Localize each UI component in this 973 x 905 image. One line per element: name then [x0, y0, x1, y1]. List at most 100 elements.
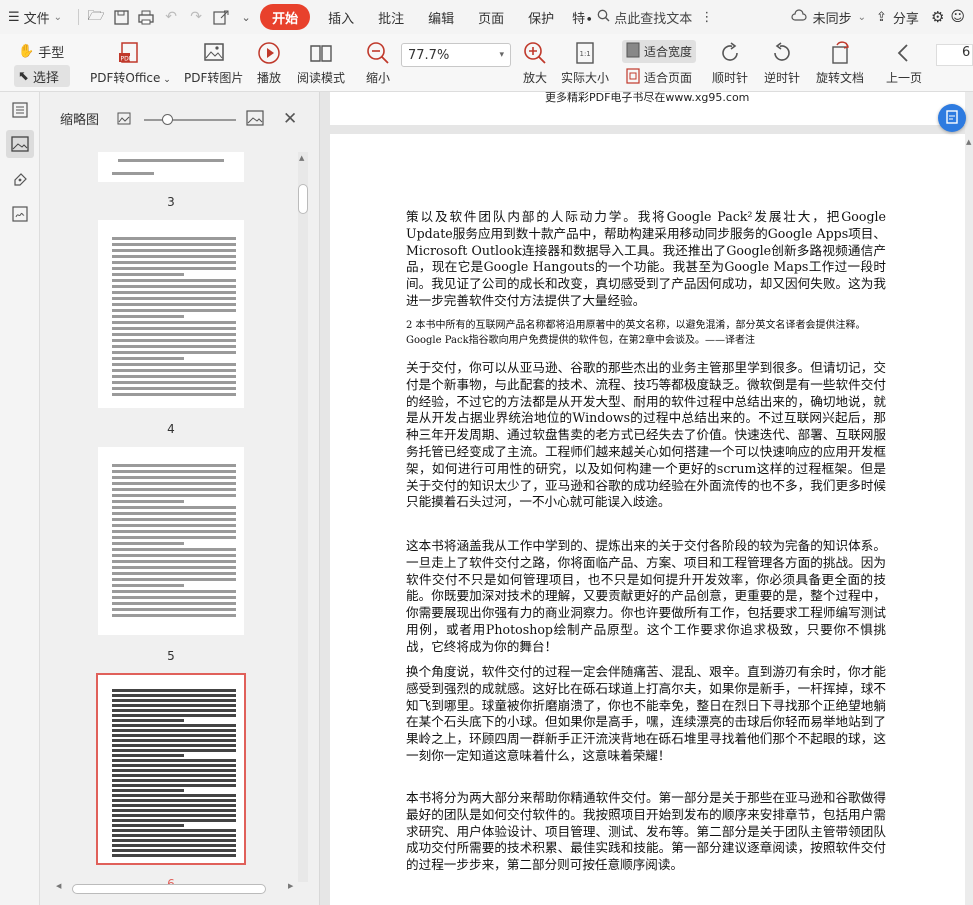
small-image-icon[interactable]: [117, 112, 131, 128]
thumbnail-scrollbar[interactable]: [298, 152, 308, 882]
tab-protect[interactable]: 保护: [516, 4, 566, 30]
export-icon[interactable]: [210, 6, 232, 28]
thumbnail-text-line: [112, 351, 236, 354]
thumbnail-text-line: [112, 709, 236, 712]
thumbnail-panel-icon[interactable]: [6, 130, 34, 158]
settings-gear-icon[interactable]: ⚙: [931, 8, 944, 26]
file-menu[interactable]: ☰ 文件 ⌄: [8, 4, 62, 30]
thumbnail-text-line: [112, 819, 236, 822]
fit-width-button[interactable]: 适合宽度: [622, 40, 697, 63]
find-text-search[interactable]: 点此查找文本 ⋮: [597, 8, 713, 27]
thumbnail-page[interactable]: [98, 220, 244, 408]
redo-icon[interactable]: ↷: [185, 6, 207, 28]
open-folder-icon[interactable]: 🗁: [85, 6, 107, 28]
thumbnail-text-lines: [98, 675, 244, 857]
rotate-document-icon: [827, 40, 853, 66]
actual-size-button[interactable]: 1:1 实际大小: [561, 40, 609, 86]
ribbon-toolbar: ✋ 手型 ⬉ 选择 PDF PDF转Office ⌄ PDF转图片 播放 阅读模…: [0, 34, 973, 92]
thumbnail-text-line: [112, 249, 236, 252]
undo-icon[interactable]: ↶: [160, 6, 182, 28]
thumbnail-text-line: [112, 854, 236, 857]
thumbnail-page[interactable]: [98, 152, 244, 182]
page-number-input[interactable]: 6: [936, 44, 973, 66]
tab-start[interactable]: 开始: [260, 4, 311, 30]
floating-tool-button[interactable]: [938, 104, 966, 132]
scroll-left-arrow-icon[interactable]: ◀: [56, 882, 61, 890]
scrollbar-thumb[interactable]: [298, 184, 308, 214]
sync-status[interactable]: 未同步: [813, 8, 852, 27]
more-chevron-icon[interactable]: ⌄: [235, 6, 257, 28]
document-view[interactable]: 更多精彩PDF电子书尽在www.xg95.com 策以及软件团队内部的人际动力学…: [320, 92, 973, 905]
paragraph: 换个角度说，软件交付的过程一定会伴随痛苦、混乱、艰辛。直到游刃有余时，你才能感受…: [406, 664, 886, 763]
zoom-level-select[interactable]: 77.7% ▾: [401, 43, 511, 67]
thumbnail-text-line: [112, 602, 236, 605]
thumbnail-text-line: [112, 560, 236, 563]
pdf-to-image-button[interactable]: PDF转图片: [184, 40, 243, 86]
outline-icon[interactable]: [6, 96, 34, 124]
book-icon: [308, 40, 334, 66]
thumbnail-text-line: [112, 590, 236, 593]
tab-comment[interactable]: 批注: [366, 4, 416, 30]
tab-insert[interactable]: 插入: [316, 4, 366, 30]
previous-page-button[interactable]: 上一页: [886, 40, 922, 86]
share-icon[interactable]: ⇪: [876, 10, 887, 25]
thumbnail-page[interactable]: [98, 447, 244, 635]
thumbnail-text-line: [112, 554, 236, 557]
hand-icon: ✋: [18, 43, 35, 59]
zoom-out-button[interactable]: 缩小: [365, 40, 391, 86]
previous-page: 更多精彩PDF电子书尽在www.xg95.com: [330, 92, 973, 125]
thumbnail-text-line: [112, 524, 236, 527]
scroll-right-arrow-icon[interactable]: ▶: [288, 882, 293, 890]
rotate-counterclockwise-button[interactable]: 逆时针: [764, 40, 800, 86]
fit-page-button[interactable]: 适合页面: [622, 66, 696, 89]
read-mode-button[interactable]: 阅读模式: [297, 40, 345, 86]
signature-icon[interactable]: [6, 200, 34, 228]
thumbnail-text-lines: [98, 447, 244, 617]
scroll-up-arrow-icon[interactable]: ▲: [299, 154, 304, 162]
rotate-clockwise-button[interactable]: 顺时针: [712, 40, 748, 86]
tab-edit[interactable]: 编辑: [416, 4, 466, 30]
tab-special[interactable]: 特∙: [566, 4, 595, 30]
large-image-icon[interactable]: [246, 110, 264, 129]
play-icon: [256, 40, 282, 66]
thumbnail-text-line: [112, 512, 236, 515]
thumbnail-header: 缩略图: [40, 92, 320, 144]
slider-knob[interactable]: [162, 114, 173, 125]
thumbnail-text-line: [112, 719, 184, 722]
svg-text:PDF: PDF: [121, 56, 133, 63]
thumbnail-text-line: [112, 255, 236, 258]
thumbnail-title: 缩略图: [60, 112, 100, 128]
cloud-sync-icon[interactable]: [791, 9, 807, 25]
horizontal-scrollbar[interactable]: ◀ ▶: [52, 882, 304, 896]
share-button[interactable]: 分享: [893, 8, 919, 27]
rotate-clockwise-label: 顺时针: [712, 71, 749, 85]
scroll-up-arrow-icon[interactable]: ▲: [966, 138, 971, 146]
paragraph: 策以及软件团队内部的人际动力学。我将Google Pack²发展壮大，把Goog…: [406, 209, 886, 308]
select-tool-button[interactable]: ⬉ 选择: [14, 65, 70, 87]
hand-tool-button[interactable]: ✋ 手型: [14, 40, 70, 62]
rotate-document-button[interactable]: 旋转文档: [816, 40, 864, 86]
tab-page[interactable]: 页面: [466, 4, 516, 30]
annotation-icon[interactable]: [6, 166, 34, 194]
more-options-icon[interactable]: ⋮: [700, 10, 713, 25]
zoom-in-button[interactable]: 放大: [522, 40, 548, 86]
horizontal-scrollbar-thumb[interactable]: [72, 884, 266, 894]
search-placeholder: 点此查找文本: [614, 11, 693, 27]
thumbnail-size-slider[interactable]: [144, 119, 236, 121]
print-icon[interactable]: [135, 6, 157, 28]
previous-page-label: 上一页: [886, 71, 923, 85]
document-scrollbar[interactable]: [965, 92, 973, 905]
thumbnail-text-line: [112, 754, 184, 757]
save-icon[interactable]: [110, 6, 132, 28]
pdf-to-office-button[interactable]: PDF PDF转Office ⌄: [90, 40, 171, 86]
thumbnail-page-current[interactable]: [96, 673, 246, 865]
hamburger-icon: ☰: [8, 9, 20, 25]
close-icon[interactable]: ✕: [283, 109, 297, 129]
thumbnail-text-line: [112, 261, 236, 264]
thumbnail-page-number: 5: [167, 649, 175, 663]
hand-tool-label: 手型: [38, 45, 65, 61]
thumbnail-text-line: [112, 774, 236, 777]
user-icon[interactable]: ☺: [950, 9, 965, 25]
play-button[interactable]: 播放: [256, 40, 282, 86]
hand-select-group: ✋ 手型 ⬉ 选择: [14, 40, 70, 87]
